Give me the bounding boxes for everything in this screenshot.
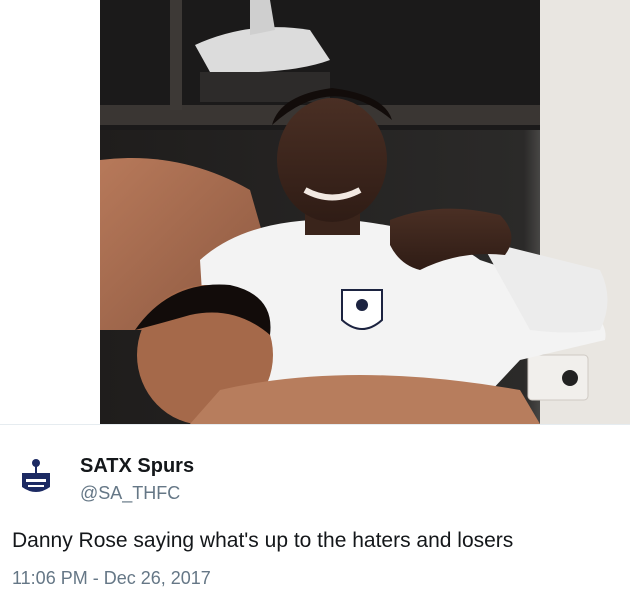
tweet-text: Danny Rose saying what's up to the hater… — [12, 529, 514, 552]
tweet-card[interactable]: SATX Spurs @SA_THFC Danny Rose saying wh… — [0, 425, 630, 592]
locker-room-photo — [100, 0, 630, 424]
display-name[interactable]: SATX Spurs — [80, 455, 194, 478]
tweet-timestamp[interactable]: 11:06 PM - Dec 26, 2017 — [12, 568, 211, 589]
tweet-photo[interactable] — [100, 0, 630, 424]
user-handle[interactable]: @SA_THFC — [80, 483, 180, 504]
avatar[interactable] — [16, 453, 56, 499]
spurs-crest-icon — [16, 453, 56, 499]
tweet-media[interactable] — [0, 0, 630, 424]
